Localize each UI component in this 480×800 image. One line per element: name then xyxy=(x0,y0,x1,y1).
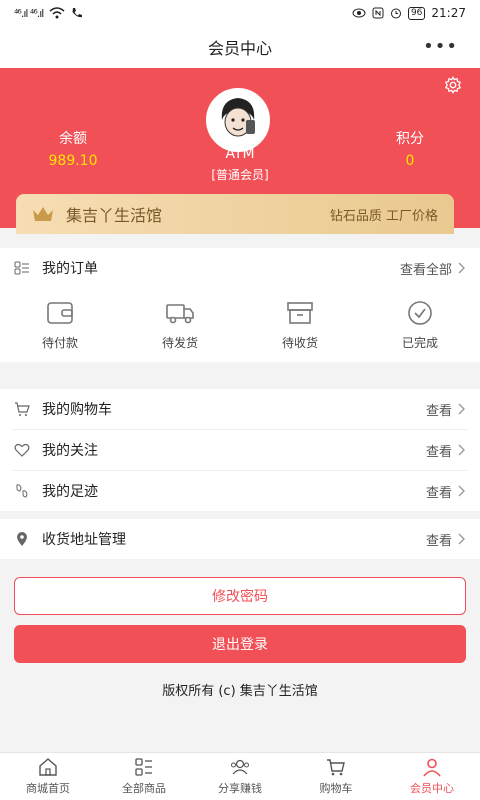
signal-icon: ⁴⁶.ıl ⁴⁶.ıl xyxy=(14,6,44,20)
orders-header-row[interactable]: 我的订单 查看全部 xyxy=(0,248,480,288)
view-label: 查看 xyxy=(425,444,452,460)
link-row-footprint[interactable]: 我的足迹 查看 xyxy=(0,471,480,511)
username: ATM xyxy=(225,146,255,162)
footprint-icon xyxy=(16,484,28,498)
address-card: 收货地址管理 查看 xyxy=(0,519,480,559)
links-card: 我的购物车 查看 我的关注 查看 我的足迹 查看 xyxy=(0,389,480,511)
view-label: 查看 xyxy=(425,403,452,419)
box-icon xyxy=(287,301,313,324)
profile-header: 余额 989.10 积分 0 ATM [普通会员] 集吉丫生活馆 钻石品质 工厂… xyxy=(0,68,480,234)
orders-card: 我的订单 查看全部 待付款 待发货 待收货 已完成 xyxy=(0,248,480,362)
chevron-right-icon xyxy=(458,403,465,415)
share-users-icon xyxy=(231,759,249,775)
clock-time: 21:27 xyxy=(431,6,466,20)
nav-bar: 会员中心 ••• xyxy=(0,26,480,68)
logout-button[interactable]: 退出登录 xyxy=(14,625,466,663)
address-label: 收货地址管理 xyxy=(42,532,126,548)
chevron-right-icon xyxy=(458,262,465,274)
view-link[interactable]: 查看 xyxy=(426,400,466,419)
member-level: [普通会员] xyxy=(211,168,269,182)
eye-icon xyxy=(352,8,366,18)
order-status-label: 已完成 xyxy=(401,335,438,350)
status-bar: ⁴⁶.ıl ⁴⁶.ıl 96 21:27 xyxy=(0,0,480,26)
truck-icon xyxy=(166,303,194,323)
chevron-right-icon xyxy=(458,485,465,497)
page-title: 会员中心 xyxy=(207,39,272,58)
vip-card[interactable]: 集吉丫生活馆 钻石品质 工厂价格 xyxy=(16,194,454,234)
tab-home[interactable]: 商城首页 xyxy=(0,753,96,800)
location-pin-icon xyxy=(17,532,27,546)
gear-icon[interactable] xyxy=(444,76,462,94)
link-row-follow[interactable]: 我的关注 查看 xyxy=(0,430,480,470)
link-label: 我的购物车 xyxy=(42,402,112,418)
alarm-icon xyxy=(390,8,401,19)
cart-icon xyxy=(327,759,345,776)
tab-share-earn[interactable]: 分享赚钱 xyxy=(192,753,288,800)
tab-member-center[interactable]: 会员中心 xyxy=(384,753,480,800)
more-menu-button[interactable]: ••• xyxy=(423,36,458,57)
grid-list-icon xyxy=(135,758,152,776)
home-icon xyxy=(39,758,57,776)
wifi-icon xyxy=(49,7,65,19)
points-label: 积分 xyxy=(396,131,424,147)
tab-cart[interactable]: 购物车 xyxy=(288,753,384,800)
order-status-completed[interactable]: 已完成 xyxy=(360,288,480,362)
wallet-icon xyxy=(47,301,73,324)
view-label: 查看 xyxy=(425,533,452,549)
tab-label: 会员中心 xyxy=(410,782,454,795)
view-link[interactable]: 查看 xyxy=(426,441,466,460)
orders-title: 我的订单 xyxy=(42,261,98,277)
vip-store-name: 集吉丫生活馆 xyxy=(66,206,163,225)
check-circle-icon xyxy=(408,300,432,325)
vip-slogan: 钻石品质 工厂价格 xyxy=(329,208,438,224)
view-all-label: 查看全部 xyxy=(399,262,452,278)
status-right: 96 21:27 xyxy=(352,6,466,20)
chevron-right-icon xyxy=(458,444,465,456)
view-label: 查看 xyxy=(425,485,452,501)
order-status-unshipped[interactable]: 待发货 xyxy=(120,288,240,362)
status-left: ⁴⁶.ıl ⁴⁶.ıl xyxy=(14,7,83,20)
order-status-unpaid[interactable]: 待付款 xyxy=(0,288,120,362)
copyright-text: 版权所有 (c) 集吉丫生活馆 xyxy=(162,684,318,699)
tab-label: 分享赚钱 xyxy=(218,782,262,795)
address-row[interactable]: 收货地址管理 查看 xyxy=(0,519,480,559)
tab-label: 全部商品 xyxy=(122,782,166,795)
avatar[interactable] xyxy=(206,88,270,152)
order-status-label: 待付款 xyxy=(41,335,78,350)
tab-label: 商城首页 xyxy=(26,782,70,795)
order-status-label: 待收货 xyxy=(281,335,318,350)
heart-icon xyxy=(14,443,30,457)
view-address-link[interactable]: 查看 xyxy=(426,530,466,549)
user-icon xyxy=(423,758,441,777)
tab-label: 购物车 xyxy=(319,782,353,795)
battery-icon: 96 xyxy=(407,6,426,20)
order-status-to-receive[interactable]: 待收货 xyxy=(240,288,360,362)
cart-icon xyxy=(15,402,30,416)
link-row-cart[interactable]: 我的购物车 查看 xyxy=(0,389,480,429)
balance-label: 余额 xyxy=(59,131,87,147)
link-label: 我的关注 xyxy=(42,443,98,459)
view-link[interactable]: 查看 xyxy=(426,482,466,501)
bottom-tab-bar: 商城首页 全部商品 分享赚钱 购物车 会员中心 xyxy=(0,752,480,800)
link-label: 我的足迹 xyxy=(42,484,98,500)
chevron-right-icon xyxy=(458,533,465,545)
crown-icon xyxy=(33,207,53,221)
order-list-icon xyxy=(14,261,29,275)
avatar-image xyxy=(208,90,268,150)
nfc-icon xyxy=(372,7,384,19)
phone-icon xyxy=(72,8,83,18)
view-all-orders-link[interactable]: 查看全部 xyxy=(400,259,466,278)
tab-all-products[interactable]: 全部商品 xyxy=(96,753,192,800)
order-status-row: 待付款 待发货 待收货 已完成 xyxy=(0,288,480,362)
change-password-button[interactable]: 修改密码 xyxy=(14,577,466,615)
order-status-label: 待发货 xyxy=(161,335,198,350)
